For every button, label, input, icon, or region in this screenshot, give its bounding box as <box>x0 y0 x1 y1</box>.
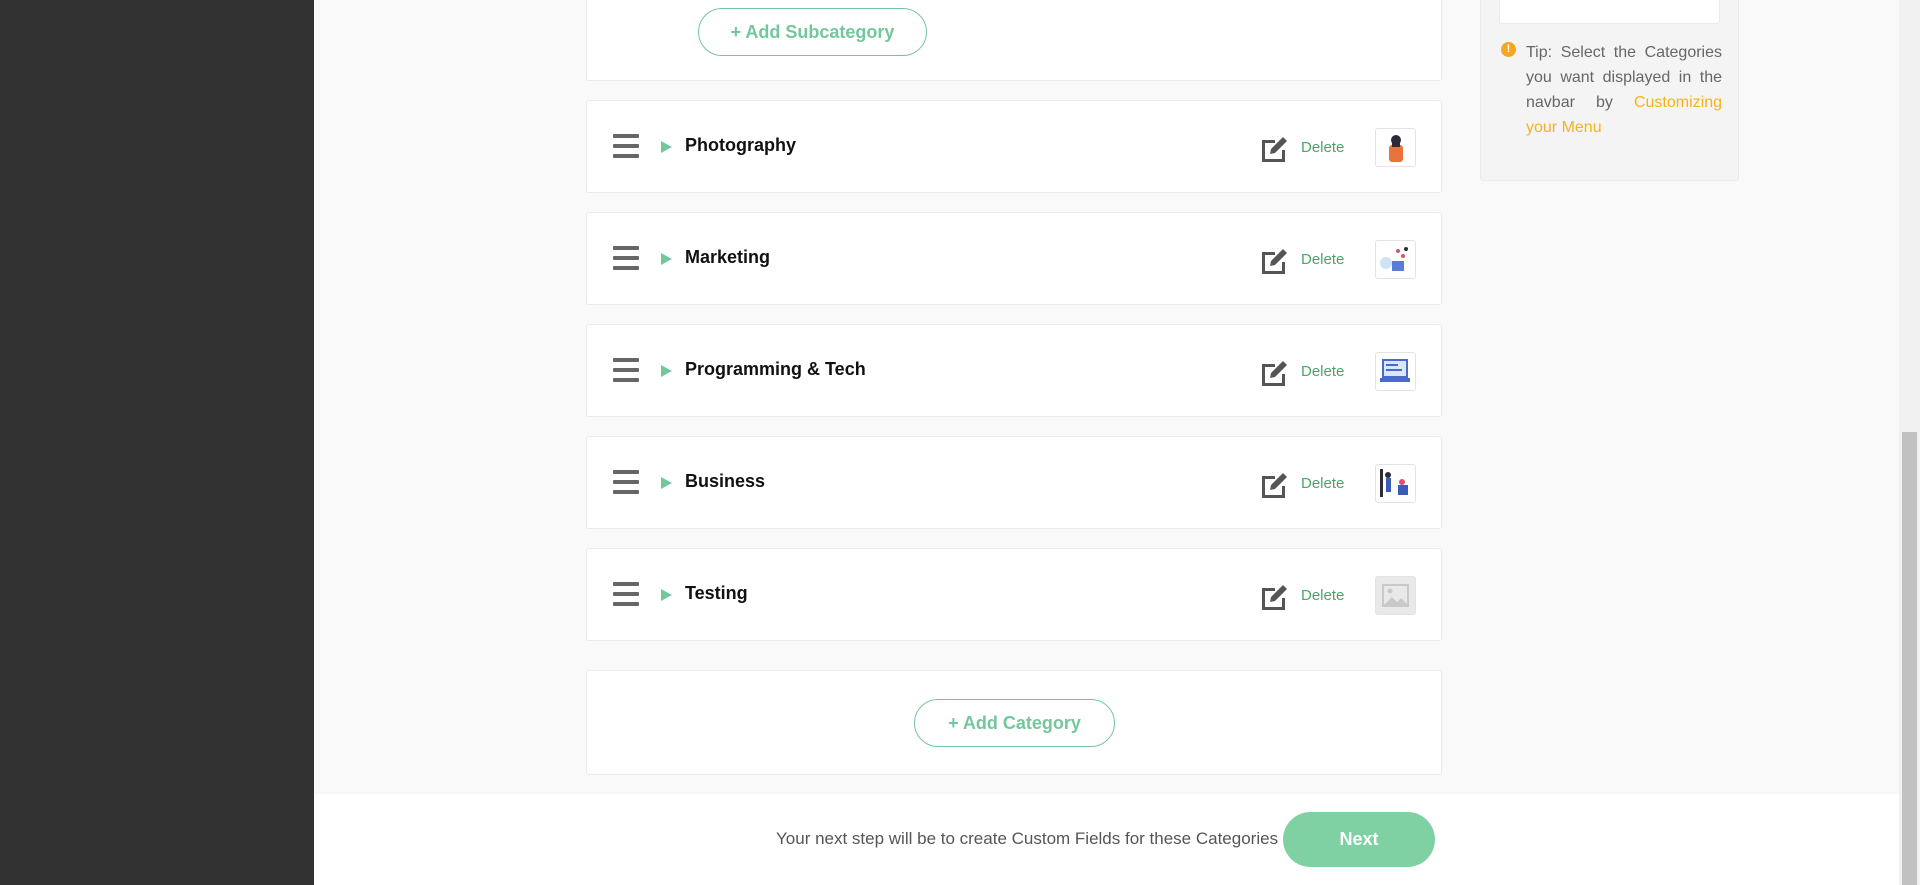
scrollbar-thumb[interactable] <box>1902 432 1917 885</box>
category-title: Marketing <box>685 247 771 267</box>
edit-icon[interactable] <box>1259 582 1289 610</box>
drag-handle-icon[interactable] <box>613 246 639 270</box>
page-scrollbar[interactable] <box>1899 0 1920 885</box>
expand-caret-icon[interactable] <box>661 365 672 377</box>
edit-icon[interactable] <box>1259 358 1289 386</box>
photographer-illustration-icon <box>1375 128 1416 167</box>
edit-icon[interactable] <box>1259 246 1289 274</box>
category-card: Programming & Tech Delete <box>586 324 1442 417</box>
add-category-card: + Add Category <box>586 670 1442 775</box>
drag-handle-icon[interactable] <box>613 134 639 158</box>
drag-handle-icon[interactable] <box>613 582 639 606</box>
expand-caret-icon[interactable] <box>661 141 672 153</box>
footer-bar: Your next step will be to create Custom … <box>314 794 1899 885</box>
add-category-button[interactable]: + Add Category <box>914 699 1115 747</box>
delete-link[interactable]: Delete <box>1301 363 1344 380</box>
edit-icon[interactable] <box>1259 470 1289 498</box>
tip-panel: ! Tip: Select the Categories you want di… <box>1480 0 1739 181</box>
subcategory-card: + Add Subcategory <box>586 0 1442 81</box>
tip-text: Tip: Select the Categories you want disp… <box>1526 40 1722 140</box>
laptop-illustration-icon <box>1375 352 1416 391</box>
category-title: Photography <box>685 135 796 155</box>
category-title: Business <box>685 471 766 491</box>
left-dark-panel <box>0 0 314 885</box>
delete-link[interactable]: Delete <box>1301 475 1344 492</box>
expand-caret-icon[interactable] <box>661 253 672 265</box>
drag-handle-icon[interactable] <box>613 470 639 494</box>
next-step-text: Your next step will be to create Custom … <box>776 829 1279 848</box>
category-card: Photography Delete <box>586 100 1442 193</box>
side-input-box[interactable] <box>1499 0 1720 24</box>
add-subcategory-button[interactable]: + Add Subcategory <box>698 8 927 56</box>
category-card: Testing Delete <box>586 548 1442 641</box>
category-card: Business Delete <box>586 436 1442 529</box>
next-button[interactable]: Next <box>1283 812 1435 867</box>
delete-link[interactable]: Delete <box>1301 251 1344 268</box>
image-placeholder-icon <box>1375 576 1416 615</box>
drag-handle-icon[interactable] <box>613 358 639 382</box>
expand-caret-icon[interactable] <box>661 589 672 601</box>
delete-link[interactable]: Delete <box>1301 139 1344 156</box>
business-illustration-icon <box>1375 464 1416 503</box>
category-card: Marketing Delete <box>586 212 1442 305</box>
edit-icon[interactable] <box>1259 134 1289 162</box>
marketing-illustration-icon <box>1375 240 1416 279</box>
info-icon: ! <box>1501 42 1516 57</box>
delete-link[interactable]: Delete <box>1301 587 1344 604</box>
category-title: Programming & Tech <box>685 359 866 379</box>
expand-caret-icon[interactable] <box>661 477 672 489</box>
category-title: Testing <box>685 583 748 603</box>
